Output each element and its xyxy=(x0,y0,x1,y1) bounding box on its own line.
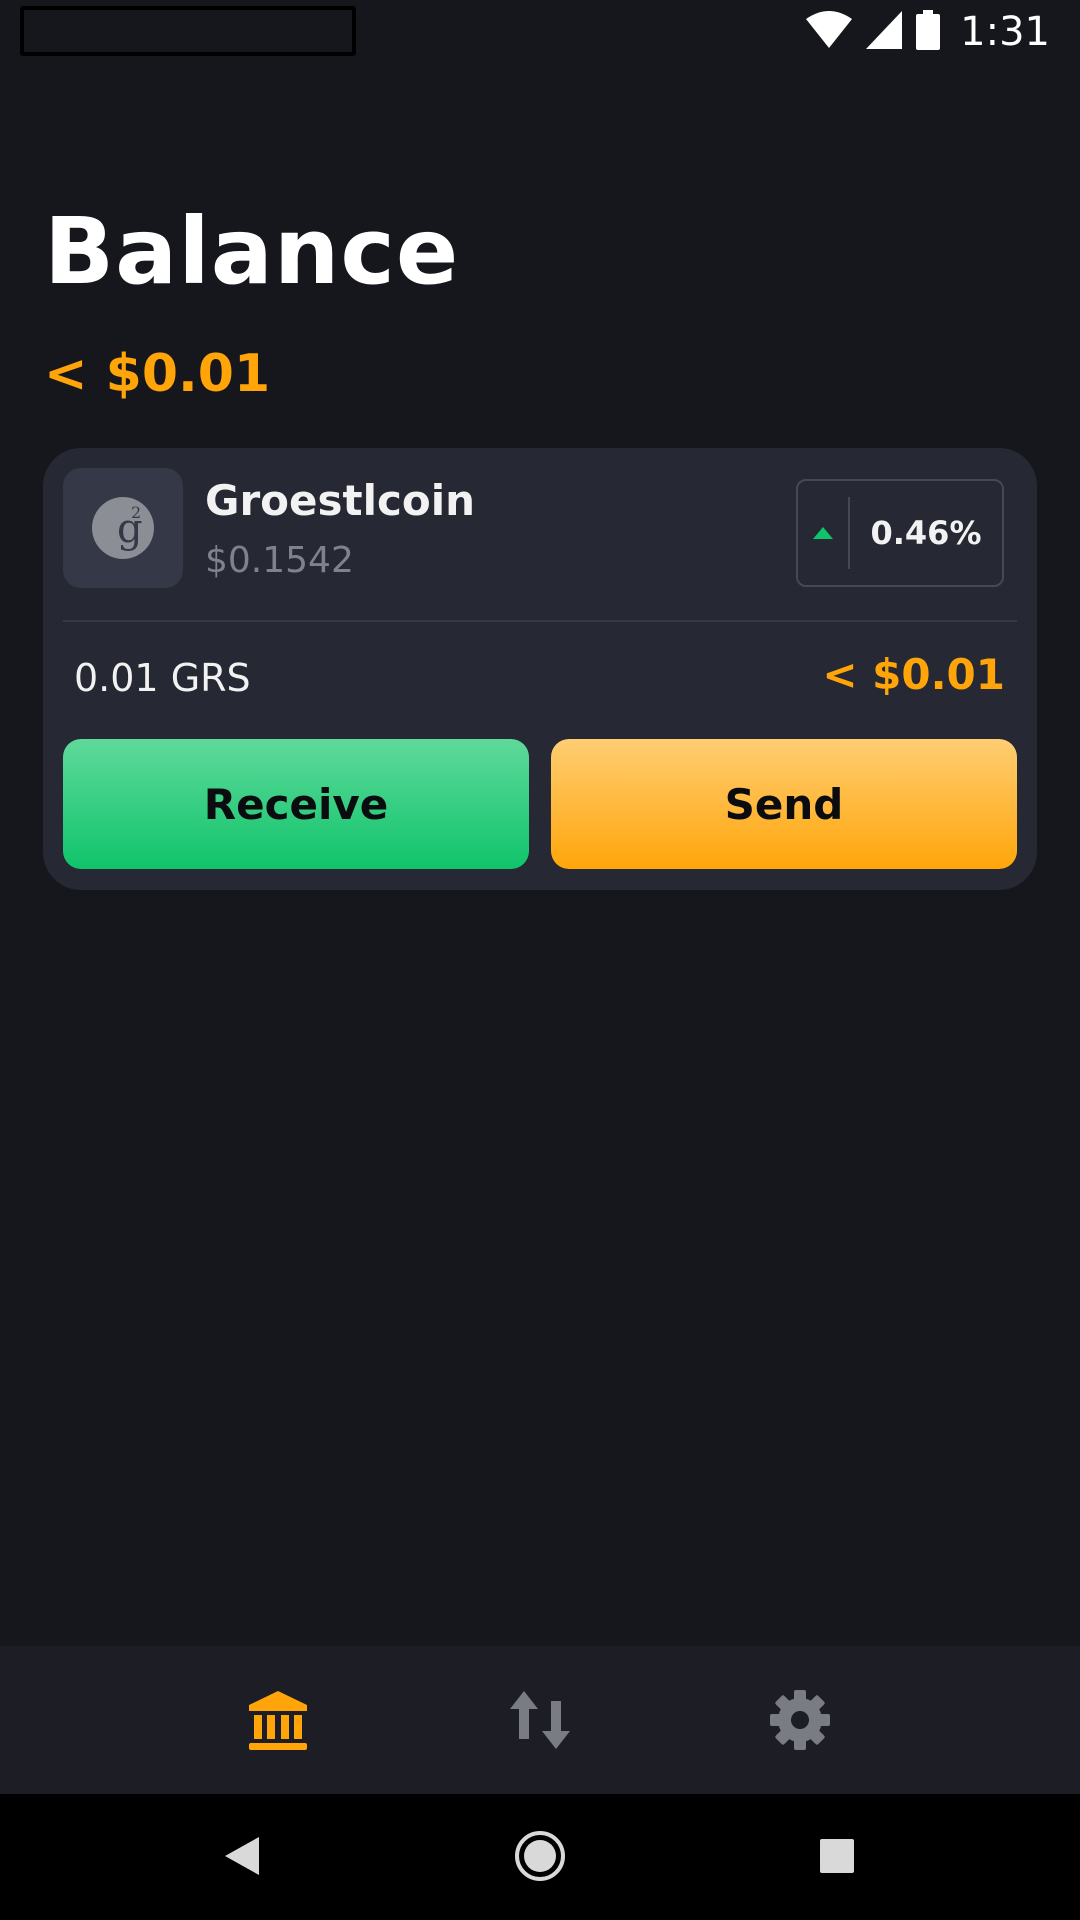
gear-icon xyxy=(770,1690,830,1750)
send-button[interactable]: Send xyxy=(551,739,1017,869)
home-icon xyxy=(515,1831,565,1881)
receive-button[interactable]: Receive xyxy=(63,739,529,869)
nav-item-transactions[interactable] xyxy=(500,1680,580,1760)
holding-value: < $0.01 xyxy=(822,650,1005,699)
coin-logo: g 2 xyxy=(63,468,183,588)
nav-item-balance[interactable] xyxy=(238,1680,318,1760)
back-button[interactable] xyxy=(210,1824,274,1888)
system-nav-bar xyxy=(0,1794,1080,1920)
price-change-badge: 0.46% xyxy=(796,479,1004,587)
total-balance: < $0.01 xyxy=(44,344,271,404)
home-button[interactable] xyxy=(508,1824,572,1888)
holding-amount: 0.01 GRS xyxy=(74,656,251,700)
price-change-value: 0.46% xyxy=(870,514,982,552)
change-arrow-container xyxy=(798,497,850,569)
bottom-nav xyxy=(0,1646,1080,1794)
notification-placeholder xyxy=(20,6,356,56)
groestlcoin-logo-icon: g 2 xyxy=(92,497,154,559)
status-icons: 1:31 xyxy=(806,8,1050,56)
battery-icon xyxy=(916,9,941,55)
nav-item-settings[interactable] xyxy=(760,1680,840,1760)
bank-icon xyxy=(249,1691,307,1750)
coin-price: $0.1542 xyxy=(205,540,354,581)
coin-card[interactable]: g 2 Groestlcoin $0.1542 0.46% 0.01 GRS <… xyxy=(43,448,1037,890)
status-time: 1:31 xyxy=(960,9,1050,55)
back-icon xyxy=(225,1837,259,1875)
page-title: Balance xyxy=(44,198,460,305)
signal-icon xyxy=(866,10,903,54)
recents-icon xyxy=(820,1839,854,1873)
card-divider xyxy=(63,620,1017,622)
coin-name: Groestlcoin xyxy=(205,476,476,525)
transfer-arrows-icon xyxy=(510,1691,570,1749)
wifi-icon xyxy=(806,10,853,54)
arrow-up-icon xyxy=(813,527,833,539)
status-bar: 1:31 xyxy=(0,0,1080,64)
recents-button[interactable] xyxy=(805,1824,869,1888)
svg-text:2: 2 xyxy=(131,503,141,522)
